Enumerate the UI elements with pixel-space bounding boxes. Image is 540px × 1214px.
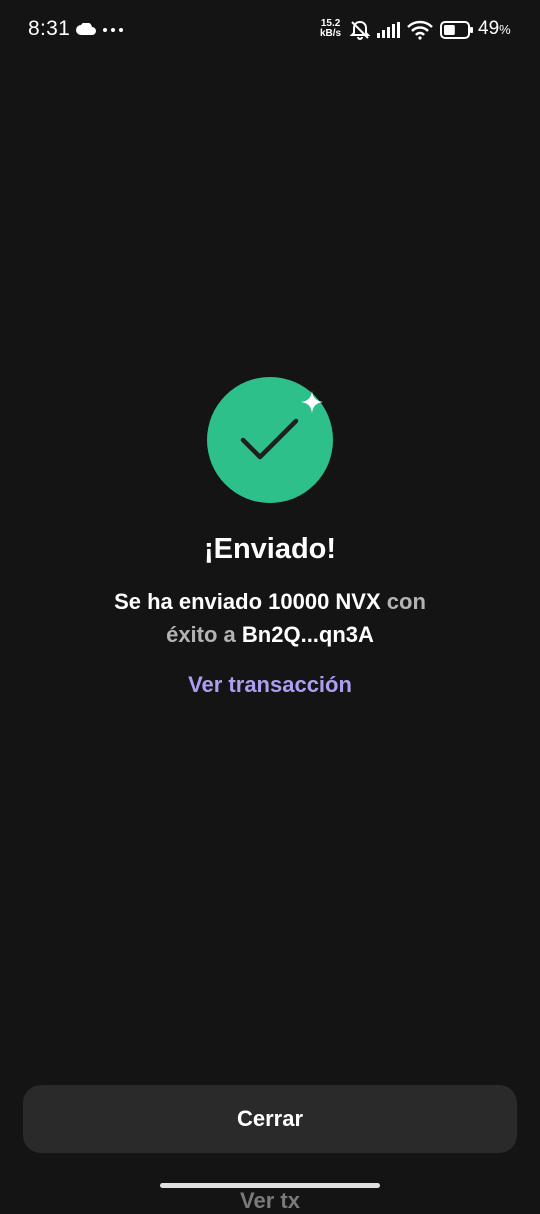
wifi-icon	[406, 20, 434, 45]
message-connector: con	[386, 589, 426, 614]
network-speed-unit: kB/s	[320, 28, 342, 39]
more-dots-icon	[103, 28, 123, 32]
peek-text: Ver tx	[240, 1188, 300, 1213]
network-speed: 15.2 kB/s	[320, 19, 341, 39]
success-title: ¡Enviado!	[203, 533, 337, 565]
battery-percent: 49%	[478, 18, 511, 40]
close-button[interactable]: Cerrar	[23, 1085, 517, 1153]
battery-icon	[440, 21, 474, 44]
view-transaction-link[interactable]: Ver transacción	[0, 672, 540, 698]
success-message: Se ha enviado 10000 NVX con éxito a Bn2Q…	[60, 585, 480, 651]
status-time: 8:31	[28, 17, 71, 40]
bell-muted-icon	[349, 19, 371, 46]
signal-icon	[377, 22, 401, 43]
battery-percent-value: 49	[478, 18, 500, 39]
message-amount: Se ha enviado 10000 NVX	[114, 589, 381, 614]
status-bar: 8:31 15.2 kB/s 49%	[0, 0, 540, 60]
home-indicator[interactable]	[160, 1183, 380, 1188]
message-line2: éxito a	[166, 622, 236, 647]
recipient-address: Bn2Q...qn3A	[241, 622, 374, 647]
battery-percent-symbol: %	[499, 22, 511, 37]
cloud-icon	[76, 22, 96, 40]
sparkle-icon	[301, 391, 323, 413]
